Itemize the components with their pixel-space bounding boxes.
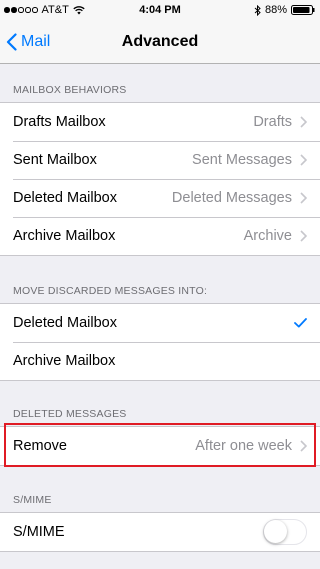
battery-percentage: 88% bbox=[264, 4, 287, 16]
chevron-right-icon bbox=[300, 192, 307, 204]
chevron-right-icon bbox=[300, 230, 307, 242]
highlight-box bbox=[4, 423, 316, 467]
chevron-right-icon bbox=[300, 116, 307, 128]
sent-mailbox-row[interactable]: Sent Mailbox Sent Messages bbox=[0, 141, 320, 179]
checkmark-icon bbox=[294, 318, 307, 328]
row-label: S/MIME bbox=[13, 524, 65, 540]
toggle-knob bbox=[264, 520, 287, 543]
page-title: Advanced bbox=[121, 33, 199, 50]
section-header-move-discarded: MOVE DISCARDED MESSAGES INTO: bbox=[13, 285, 208, 297]
move-discarded-group: Deleted Mailbox Archive Mailbox bbox=[0, 303, 320, 381]
row-label: Deleted Mailbox bbox=[13, 315, 117, 331]
archive-mailbox-row[interactable]: Archive Mailbox Archive bbox=[0, 217, 320, 255]
status-bar: AT&T 4:04 PM 88% bbox=[0, 0, 320, 20]
chevron-right-icon bbox=[300, 154, 307, 166]
row-label: Sent Mailbox bbox=[13, 152, 97, 168]
row-value: Deleted Messages bbox=[171, 190, 292, 206]
section-header-smime: S/MIME bbox=[13, 494, 52, 506]
row-value: Drafts bbox=[253, 114, 292, 130]
smime-row: S/MIME bbox=[0, 513, 320, 551]
bluetooth-icon bbox=[254, 4, 261, 16]
move-to-archive-mailbox-option[interactable]: Archive Mailbox bbox=[0, 342, 320, 380]
row-label: Archive Mailbox bbox=[13, 353, 116, 369]
row-value: Archive bbox=[243, 228, 292, 244]
row-value: Sent Messages bbox=[192, 152, 292, 168]
smime-toggle[interactable] bbox=[263, 519, 307, 545]
row-label: Drafts Mailbox bbox=[13, 114, 106, 130]
navigation-bar: Mail Advanced bbox=[0, 20, 320, 64]
row-label: Archive Mailbox bbox=[13, 228, 116, 244]
status-right: 88% bbox=[254, 4, 315, 16]
section-header-deleted-messages: DELETED MESSAGES bbox=[13, 408, 127, 420]
row-label: Deleted Mailbox bbox=[13, 190, 117, 206]
battery-icon bbox=[291, 5, 315, 15]
deleted-mailbox-row[interactable]: Deleted Mailbox Deleted Messages bbox=[0, 179, 320, 217]
drafts-mailbox-row[interactable]: Drafts Mailbox Drafts bbox=[0, 103, 320, 141]
smime-group: S/MIME bbox=[0, 512, 320, 552]
section-header-mailbox-behaviors: MAILBOX BEHAVIORS bbox=[13, 84, 127, 96]
mailbox-behaviors-group: Drafts Mailbox Drafts Sent Mailbox Sent … bbox=[0, 102, 320, 256]
move-to-deleted-mailbox-option[interactable]: Deleted Mailbox bbox=[0, 304, 320, 342]
